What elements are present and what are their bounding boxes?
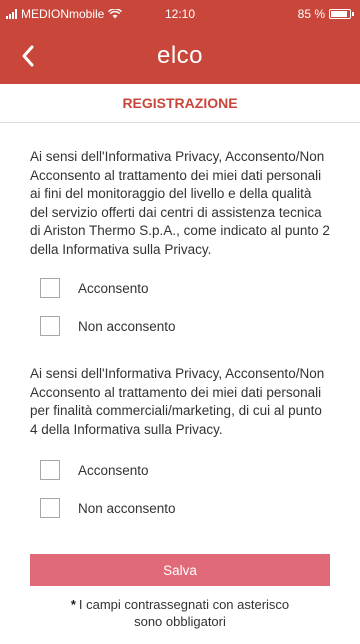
footnote-line-1: I campi contrassegnati con asterisco: [78, 597, 290, 612]
privacy-text-2: Ai sensi dell'Informativa Privacy, Accon…: [30, 366, 325, 437]
elco-logo: elco: [156, 42, 204, 69]
checkbox[interactable]: [40, 460, 60, 480]
status-right: 85 %: [298, 7, 354, 21]
back-button[interactable]: [10, 38, 46, 74]
checkbox[interactable]: [40, 278, 60, 298]
battery-icon: [329, 9, 351, 19]
option-label: Non acconsento: [78, 318, 176, 334]
checkbox[interactable]: [40, 316, 60, 336]
page-title: REGISTRAZIONE: [0, 84, 360, 123]
consent-option-1-decline[interactable]: Non acconsento: [30, 307, 330, 345]
required-fields-note: * I campi contrassegnati con asterisco so…: [30, 596, 330, 630]
asterisk: *: [70, 597, 76, 612]
consent-option-2-accept[interactable]: Acconsento: [30, 451, 330, 489]
consent-form: Ai sensi dell'Informativa Privacy, Accon…: [0, 123, 360, 630]
chevron-left-icon: [22, 45, 34, 67]
footnote-line-2: sono obbligatori: [134, 614, 226, 629]
status-left: MEDIONmobile: [6, 7, 123, 21]
checkbox[interactable]: [40, 498, 60, 518]
option-label: Non acconsento: [78, 500, 176, 516]
signal-icon: [6, 9, 17, 19]
status-bar: MEDIONmobile 12:10 85 %: [0, 0, 360, 28]
option-label: Acconsento: [78, 462, 149, 478]
carrier-name: MEDIONmobile: [21, 7, 105, 21]
app-header: elco: [0, 28, 360, 84]
wifi-icon: [108, 9, 123, 19]
consent-option-1-accept[interactable]: Acconsento: [30, 269, 330, 307]
option-label: Acconsento: [78, 280, 149, 296]
save-button[interactable]: Salva: [30, 554, 330, 586]
privacy-text-1: Ai sensi dell'Informativa Privacy, Accon…: [30, 149, 330, 257]
consent-option-2-decline[interactable]: Non acconsento: [30, 489, 330, 527]
battery-percent: 85 %: [297, 7, 325, 21]
